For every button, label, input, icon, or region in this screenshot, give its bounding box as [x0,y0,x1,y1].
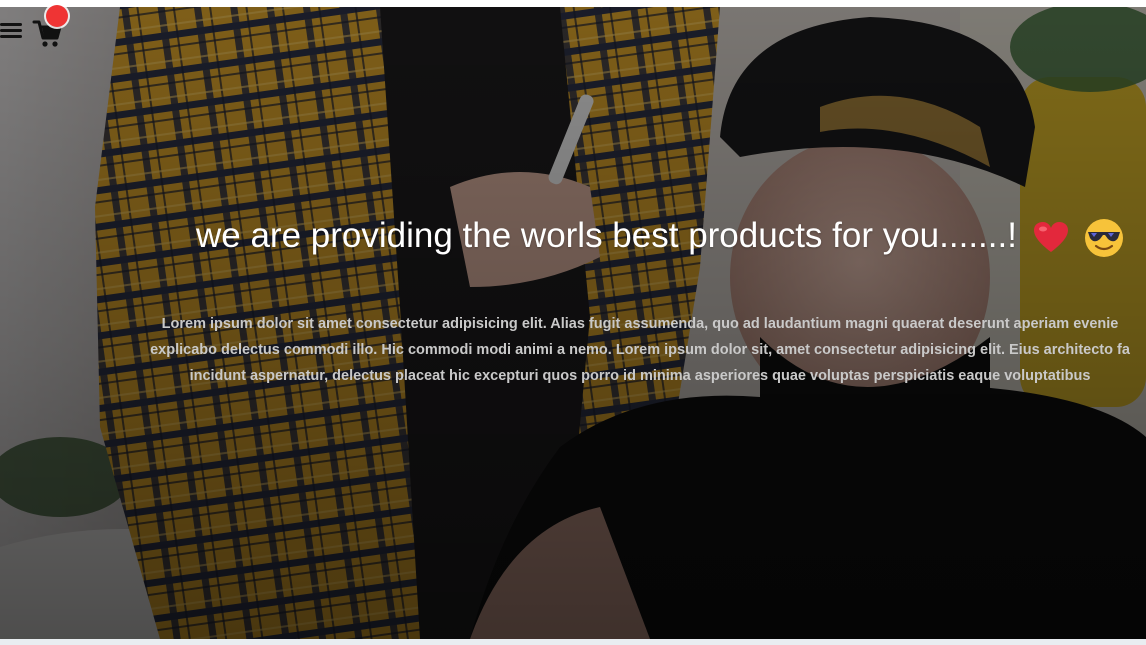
bottom-strip [0,639,1146,645]
hero-description-line: explicabo delectus commodi illo. Hic com… [150,342,1130,358]
hero-headline: we are providing the worls best products… [196,214,1124,258]
hero-description-line: incidunt aspernatur, delectus placeat hi… [189,368,1091,384]
top-strip [0,0,1146,7]
page: we are providing the worls best products… [0,0,1146,645]
hero-headline-text: we are providing the worls best products… [196,216,1017,255]
hamburger-menu-icon[interactable] [0,20,22,40]
cart-button[interactable] [32,5,72,50]
hero-description-line: Lorem ipsum dolor sit amet consectetur a… [161,316,1119,332]
hero-description: Lorem ipsum dolor sit amet consectetur a… [60,311,1146,389]
red-heart-icon [1033,221,1068,252]
smiling-face-with-sunglasses-icon [1085,218,1124,257]
cart-notification-badge [46,5,68,27]
top-navbar [0,5,72,57]
